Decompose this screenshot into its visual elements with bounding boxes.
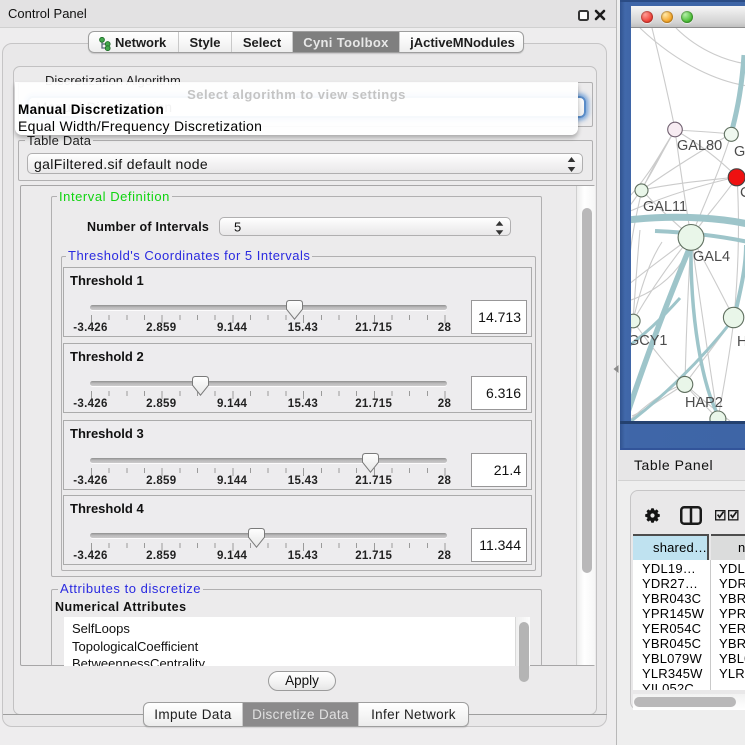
- svg-text:GAL11: GAL11: [643, 199, 687, 215]
- svg-text:HAP2: HAP2: [685, 395, 723, 411]
- svg-text:G: G: [734, 144, 745, 160]
- svg-text:H: H: [737, 334, 745, 350]
- svg-text:C: C: [740, 185, 745, 201]
- svg-text:GCY1: GCY1: [631, 333, 668, 349]
- svg-text:GAL4: GAL4: [693, 249, 730, 265]
- svg-text:GAL80: GAL80: [677, 138, 722, 154]
